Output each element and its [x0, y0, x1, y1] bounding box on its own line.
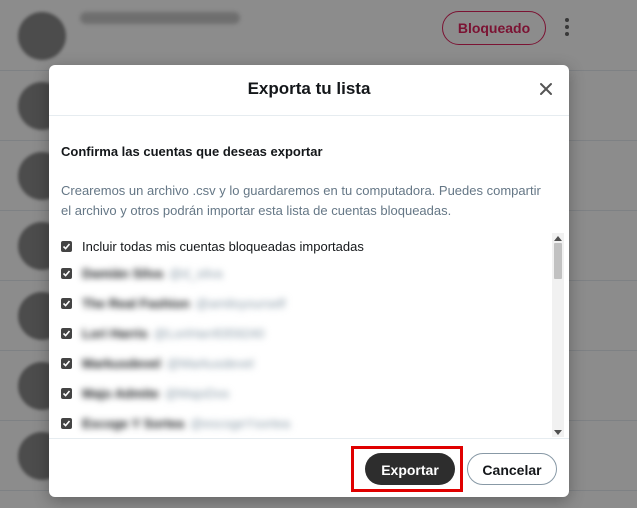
account-name: Lori Harris [82, 325, 148, 341]
close-icon[interactable] [535, 78, 557, 100]
account-name: The Real Fashion [82, 295, 190, 311]
account-handle: @escogeYsortea [190, 415, 291, 431]
dialog-header: Exporta tu lista [49, 65, 569, 116]
account-handle: @LoriHarr8359240 [153, 325, 265, 341]
include-all-checkbox[interactable] [61, 240, 72, 252]
account-handle: @Markusdevel [166, 355, 254, 371]
account-option[interactable]: Escoge Y Sortea @escogeYsortea [61, 412, 290, 434]
account-option[interactable]: Majo Admite @MajoDos [61, 382, 229, 404]
export-list-dialog: Exporta tu lista Confirma las cuentas qu… [49, 65, 569, 497]
account-option[interactable]: The Real Fashion @amiloyourself [61, 292, 285, 314]
scroll-down-arrow-icon[interactable] [552, 427, 564, 437]
include-all-option[interactable]: Incluir todas mis cuentas bloqueadas imp… [61, 235, 364, 257]
account-checkbox[interactable] [61, 327, 72, 339]
account-option[interactable]: Damián Silva @d_silva [61, 262, 223, 284]
account-name: Damián Silva [82, 265, 163, 281]
scrollbar-thumb[interactable] [554, 243, 562, 279]
cancel-button[interactable]: Cancelar [467, 453, 557, 485]
account-handle: @d_silva [168, 265, 223, 281]
account-checkbox[interactable] [61, 357, 72, 369]
dialog-title: Exporta tu lista [247, 79, 371, 98]
export-button[interactable]: Exportar [365, 453, 455, 485]
account-option[interactable]: Lori Harris @LoriHarr8359240 [61, 322, 265, 344]
account-name: Markusdevel [82, 355, 161, 371]
scroll-up-arrow-icon[interactable] [552, 233, 564, 243]
include-all-label: Incluir todas mis cuentas bloqueadas imp… [82, 238, 364, 254]
account-name: Majo Admite [82, 385, 159, 401]
account-handle: @MajoDos [164, 385, 230, 401]
account-handle: @amiloyourself [195, 295, 286, 311]
section-title: Confirma las cuentas que deseas exportar [61, 144, 323, 159]
account-option[interactable]: Markusdevel @Markusdevel [61, 352, 254, 374]
section-description: Crearemos un archivo .csv y lo guardarem… [61, 183, 541, 218]
accounts-checklist: Incluir todas mis cuentas bloqueadas imp… [49, 233, 569, 438]
account-checkbox[interactable] [61, 267, 72, 279]
account-checkbox[interactable] [61, 387, 72, 399]
account-name: Escoge Y Sortea [82, 415, 185, 431]
account-checkbox[interactable] [61, 417, 72, 429]
account-checkbox[interactable] [61, 297, 72, 309]
dialog-footer: Exportar Cancelar [49, 438, 569, 497]
list-scrollbar[interactable] [552, 233, 564, 437]
